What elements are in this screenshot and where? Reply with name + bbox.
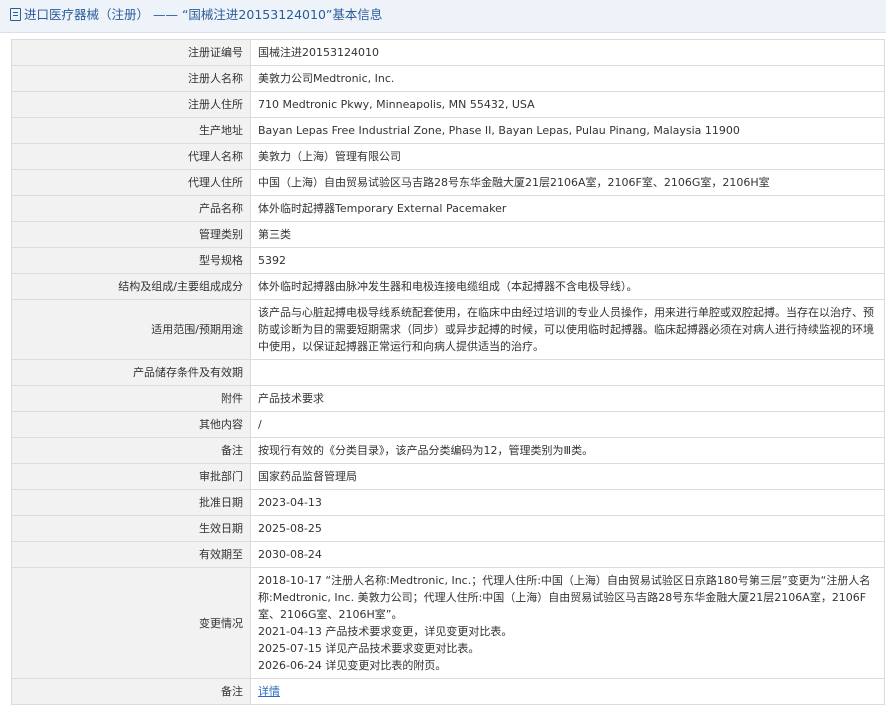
table-row: 代理人住所 中国（上海）自由贸易试验区马吉路28号东华金融大厦21层2106A室，… bbox=[11, 169, 885, 196]
field-value: / bbox=[250, 411, 885, 438]
table-row: 代理人名称 美敦力（上海）管理有限公司 bbox=[11, 143, 885, 170]
field-label: 批准日期 bbox=[11, 489, 251, 516]
table-row: 注册人住所 710 Medtronic Pkwy, Minneapolis, MN… bbox=[11, 91, 885, 118]
field-label: 结构及组成/主要组成成分 bbox=[11, 273, 251, 300]
table-row: 产品储存条件及有效期 bbox=[11, 359, 885, 386]
field-value: 国家药品监督管理局 bbox=[250, 463, 885, 490]
change-history-line: 2021-04-13 产品技术要求变更，详见变更对比表。 bbox=[258, 625, 513, 638]
field-value: 2025-08-25 bbox=[250, 515, 885, 542]
field-value: 国械注进20153124010 bbox=[250, 39, 885, 66]
table-row: 注册证编号 国械注进20153124010 bbox=[11, 39, 885, 66]
field-value: 5392 bbox=[250, 247, 885, 274]
note-link-row: 备注 详情 bbox=[11, 678, 885, 705]
field-label: 其他内容 bbox=[11, 411, 251, 438]
table-row: 产品名称 体外临时起搏器Temporary External Pacemaker bbox=[11, 195, 885, 222]
field-value: 2030-08-24 bbox=[250, 541, 885, 568]
note-link-cell: 详情 bbox=[250, 678, 885, 705]
change-history-value: 2018-10-17 “注册人名称:Medtronic, Inc.；代理人住所:… bbox=[250, 567, 885, 679]
table-row: 注册人名称 美敦力公司Medtronic, Inc. bbox=[11, 65, 885, 92]
field-label: 型号规格 bbox=[11, 247, 251, 274]
field-label: 注册证编号 bbox=[11, 39, 251, 66]
field-label: 生效日期 bbox=[11, 515, 251, 542]
field-label: 管理类别 bbox=[11, 221, 251, 248]
document-icon bbox=[10, 8, 21, 21]
field-value: 710 Medtronic Pkwy, Minneapolis, MN 5543… bbox=[250, 91, 885, 118]
table-row: 管理类别 第三类 bbox=[11, 221, 885, 248]
table-row: 型号规格 5392 bbox=[11, 247, 885, 274]
field-label: 适用范围/预期用途 bbox=[11, 299, 251, 360]
field-value: Bayan Lepas Free Industrial Zone, Phase … bbox=[250, 117, 885, 144]
table-row: 附件 产品技术要求 bbox=[11, 385, 885, 412]
table-row: 生产地址 Bayan Lepas Free Industrial Zone, Ph… bbox=[11, 117, 885, 144]
field-value: 2023-04-13 bbox=[250, 489, 885, 516]
field-value: 体外临时起搏器Temporary External Pacemaker bbox=[250, 195, 885, 222]
page-title: 进口医疗器械（注册） —— “国械注进20153124010”基本信息 bbox=[24, 7, 383, 22]
field-label: 产品名称 bbox=[11, 195, 251, 222]
field-value: 该产品与心脏起搏电极导线系统配套使用，在临床中由经过培训的专业人员操作，用来进行… bbox=[250, 299, 885, 360]
info-table: 注册证编号 国械注进20153124010 注册人名称 美敦力公司Medtronic,… bbox=[11, 39, 885, 705]
field-label: 备注 bbox=[11, 678, 251, 705]
field-value bbox=[250, 359, 885, 386]
change-history-row: 变更情况 2018-10-17 “注册人名称:Medtronic, Inc.；代理… bbox=[11, 567, 885, 679]
field-label: 产品储存条件及有效期 bbox=[11, 359, 251, 386]
page-header: 进口医疗器械（注册） —— “国械注进20153124010”基本信息 bbox=[0, 0, 886, 33]
field-value: 体外临时起搏器由脉冲发生器和电极连接电缆组成（本起搏器不含电极导线）。 bbox=[250, 273, 885, 300]
table-row: 其他内容 / bbox=[11, 411, 885, 438]
field-value: 美敦力（上海）管理有限公司 bbox=[250, 143, 885, 170]
table-row: 结构及组成/主要组成成分 体外临时起搏器由脉冲发生器和电极连接电缆组成（本起搏器不… bbox=[11, 273, 885, 300]
field-label: 附件 bbox=[11, 385, 251, 412]
table-row: 适用范围/预期用途 该产品与心脏起搏电极导线系统配套使用，在临床中由经过培训的专业… bbox=[11, 299, 885, 360]
table-row: 备注 按现行有效的《分类目录》，该产品分类编码为12，管理类别为Ⅲ类。 bbox=[11, 437, 885, 464]
field-label: 代理人名称 bbox=[11, 143, 251, 170]
table-row: 批准日期 2023-04-13 bbox=[11, 489, 885, 516]
change-history-line: 2026-06-24 详见变更对比表的附页。 bbox=[258, 659, 447, 672]
field-label: 变更情况 bbox=[11, 567, 251, 679]
field-label: 代理人住所 bbox=[11, 169, 251, 196]
field-label: 审批部门 bbox=[11, 463, 251, 490]
change-history-line: 2018-10-17 “注册人名称:Medtronic, Inc.；代理人住所:… bbox=[258, 574, 871, 621]
field-label: 有效期至 bbox=[11, 541, 251, 568]
table-row: 生效日期 2025-08-25 bbox=[11, 515, 885, 542]
field-label: 注册人名称 bbox=[11, 65, 251, 92]
field-value: 第三类 bbox=[250, 221, 885, 248]
field-label: 生产地址 bbox=[11, 117, 251, 144]
info-table-body: 注册证编号 国械注进20153124010 注册人名称 美敦力公司Medtronic,… bbox=[11, 39, 885, 705]
change-history-line: 2025-07-15 详见产品技术要求变更对比表。 bbox=[258, 642, 480, 655]
field-label: 注册人住所 bbox=[11, 91, 251, 118]
field-value: 中国（上海）自由贸易试验区马吉路28号东华金融大厦21层2106A室，2106F… bbox=[250, 169, 885, 196]
table-row: 有效期至 2030-08-24 bbox=[11, 541, 885, 568]
field-value: 按现行有效的《分类目录》，该产品分类编码为12，管理类别为Ⅲ类。 bbox=[250, 437, 885, 464]
field-value: 产品技术要求 bbox=[250, 385, 885, 412]
field-label: 备注 bbox=[11, 437, 251, 464]
field-value: 美敦力公司Medtronic, Inc. bbox=[250, 65, 885, 92]
table-row: 审批部门 国家药品监督管理局 bbox=[11, 463, 885, 490]
